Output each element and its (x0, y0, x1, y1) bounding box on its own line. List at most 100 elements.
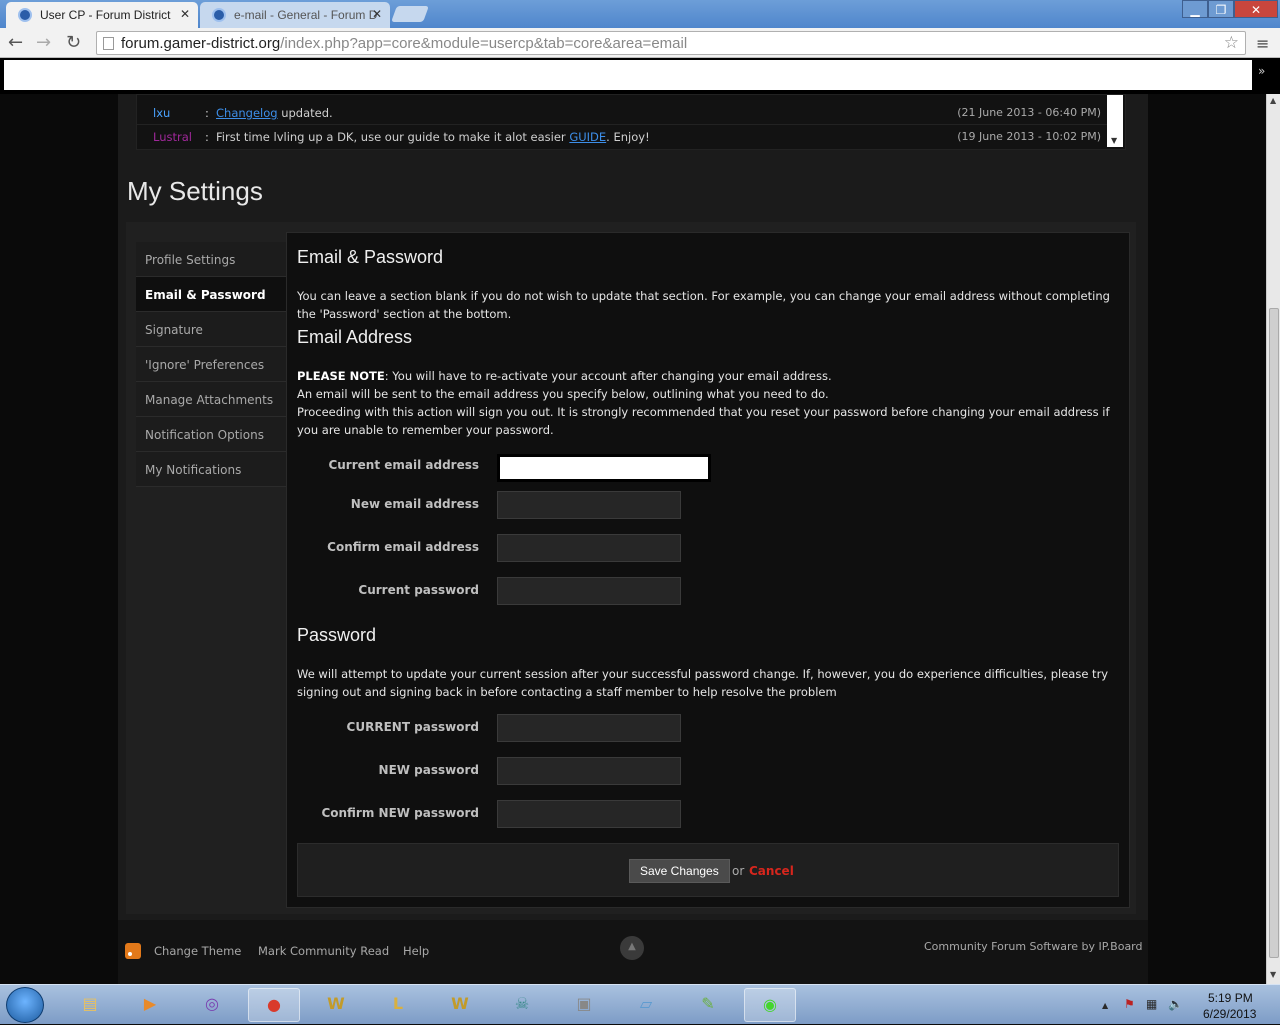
chrome-icon[interactable]: ● (248, 988, 300, 1022)
tab-email-general[interactable]: e-mail - General - Forum D ✕ (200, 2, 390, 28)
current-email-label: Current email address (328, 458, 479, 472)
tab-label: User CP - Forum District (40, 8, 171, 22)
more-bookmarks-icon[interactable]: » (1258, 64, 1265, 78)
url-path: /index.php?app=core&module=usercp&tab=co… (280, 35, 688, 52)
intro-text: You can leave a section blank if you do … (297, 289, 1110, 321)
sidebar-item-ignore-preferences[interactable]: 'Ignore' Preferences (136, 347, 286, 382)
sidebar-item-signature[interactable]: Signature (136, 312, 286, 347)
new-tab-button[interactable] (391, 6, 429, 22)
truck-icon[interactable]: ▣ (558, 988, 610, 1022)
shout-text: First time lvling up a DK, use our guide… (216, 130, 566, 144)
new-password-label: NEW password (378, 763, 479, 777)
or-text: or (732, 864, 745, 878)
current-password-label: Current password (358, 583, 479, 597)
password-intro: We will attempt to update your current s… (297, 667, 1109, 699)
forum-favicon-icon (212, 8, 226, 22)
current-password-input-2[interactable] (497, 714, 681, 742)
volume-icon[interactable]: 🔈 (1168, 997, 1183, 1011)
sidebar-item-email-password[interactable]: Email & Password (136, 277, 286, 312)
browser-titlebar: User CP - Forum District ✕ e-mail - Gene… (0, 0, 1280, 28)
sidebar-item-manage-attachments[interactable]: Manage Attachments (136, 382, 286, 417)
back-arrow-icon[interactable]: ← (8, 32, 23, 53)
forum-favicon-icon (18, 8, 32, 22)
scroll-up-icon[interactable]: ▲ (1270, 96, 1276, 105)
show-hidden-icons-icon[interactable]: ▲ (1102, 1001, 1108, 1010)
note-line: : You will have to re-activate your acco… (384, 369, 832, 383)
maximize-button[interactable]: ❐ (1208, 0, 1234, 18)
tablet-icon[interactable]: ▱ (620, 988, 672, 1022)
rss-icon[interactable] (125, 943, 141, 959)
shout-user[interactable]: lxu (153, 101, 170, 125)
shout-user[interactable]: Lustral (153, 125, 192, 149)
changelog-link[interactable]: Changelog (216, 106, 278, 120)
powered-by[interactable]: Community Forum Software by IP.Board (924, 940, 1143, 953)
current-password-input[interactable] (497, 577, 681, 605)
browser-toolbar: ← → ↻ forum.gamer-district.org/index.php… (0, 28, 1280, 58)
network-icon[interactable]: ▦ (1146, 997, 1157, 1011)
action-center-icon[interactable]: ⚑ (1124, 997, 1135, 1011)
media-player-icon[interactable]: ▶ (124, 988, 176, 1022)
page-scrollbar[interactable]: ▲ ▼ (1266, 94, 1280, 984)
shoutbox-scrollbar[interactable]: ▼ (1107, 95, 1123, 147)
shout-row: lxu : Changelog updated. (21 June 2013 -… (137, 101, 1107, 125)
wow-icon-2[interactable]: W (434, 988, 486, 1022)
email-note: PLEASE NOTE: You will have to re-activat… (297, 367, 1117, 439)
new-password-input[interactable] (497, 757, 681, 785)
submit-bar: Save Changes or Cancel (297, 843, 1119, 897)
current-email-field[interactable] (497, 454, 711, 482)
sidebar-item-my-notifications[interactable]: My Notifications (136, 452, 286, 487)
razer-icon[interactable]: ◉ (744, 988, 796, 1022)
shout-time: (21 June 2013 - 06:40 PM) (957, 106, 1101, 119)
cancel-link[interactable]: Cancel (749, 864, 794, 878)
forward-arrow-icon[interactable]: → (36, 32, 51, 53)
help-link[interactable]: Help (403, 944, 429, 958)
reload-icon[interactable]: ↻ (66, 32, 81, 53)
page-icon (103, 37, 114, 50)
change-theme-link[interactable]: Change Theme (154, 944, 241, 958)
bookmark-star-icon[interactable]: ☆ (1224, 33, 1239, 53)
tab-user-cp[interactable]: User CP - Forum District ✕ (6, 2, 198, 28)
clock-date[interactable]: 6/29/2013 (1203, 1007, 1256, 1021)
scroll-down-icon[interactable]: ▼ (1111, 136, 1117, 145)
settings-content: Email & Password You can leave a section… (286, 232, 1130, 908)
guide-link[interactable]: GUIDE (569, 130, 606, 144)
mark-read-link[interactable]: Mark Community Read (258, 944, 389, 958)
note-label: PLEASE NOTE (297, 369, 385, 383)
start-button[interactable] (6, 987, 44, 1023)
section-heading: Email & Password (297, 247, 444, 267)
shout-message: Changelog updated. (216, 101, 333, 125)
skull-icon[interactable]: ☠ (496, 988, 548, 1022)
explorer-icon[interactable]: ▤ (64, 988, 116, 1022)
confirm-new-password-input[interactable] (497, 800, 681, 828)
back-to-top-icon[interactable]: ▲ (620, 936, 644, 960)
minimize-button[interactable]: ▁ (1182, 0, 1208, 18)
app-swirl-icon[interactable]: ◎ (186, 988, 238, 1022)
bookmarks-area (4, 60, 1252, 90)
scrollbar-thumb[interactable] (1269, 308, 1279, 958)
tab-label: e-mail - General - Forum D (234, 8, 378, 22)
wow-icon[interactable]: W (310, 988, 362, 1022)
confirm-new-password-label: Confirm NEW password (321, 806, 479, 820)
lol-icon[interactable]: L (372, 988, 424, 1022)
shout-row: Lustral : First time lvling up a DK, use… (137, 125, 1107, 149)
shout-text: . Enjoy! (606, 130, 650, 144)
menu-icon[interactable]: ≡ (1256, 34, 1269, 53)
scroll-down-icon[interactable]: ▼ (1270, 970, 1276, 979)
shout-separator: : (205, 130, 209, 144)
close-tab-icon[interactable]: ✕ (372, 7, 382, 21)
shoutbox: lxu : Changelog updated. (21 June 2013 -… (136, 94, 1126, 150)
notepad-icon[interactable]: ✎ (682, 988, 734, 1022)
new-email-input[interactable] (497, 491, 681, 519)
address-bar[interactable]: forum.gamer-district.org/index.php?app=c… (96, 31, 1246, 55)
confirm-email-input[interactable] (497, 534, 681, 562)
note-line: Proceeding with this action will sign yo… (297, 405, 1110, 437)
close-tab-icon[interactable]: ✕ (180, 7, 190, 21)
close-window-button[interactable]: ✕ (1234, 0, 1278, 18)
sidebar-item-notification-options[interactable]: Notification Options (136, 417, 286, 452)
sidebar-item-profile-settings[interactable]: Profile Settings (136, 242, 286, 277)
password-heading: Password (297, 625, 377, 645)
url-domain: forum.gamer-district.org (121, 35, 281, 52)
shout-separator: : (205, 106, 209, 120)
save-changes-button[interactable]: Save Changes (629, 859, 730, 883)
clock-time[interactable]: 5:19 PM (1208, 991, 1253, 1005)
